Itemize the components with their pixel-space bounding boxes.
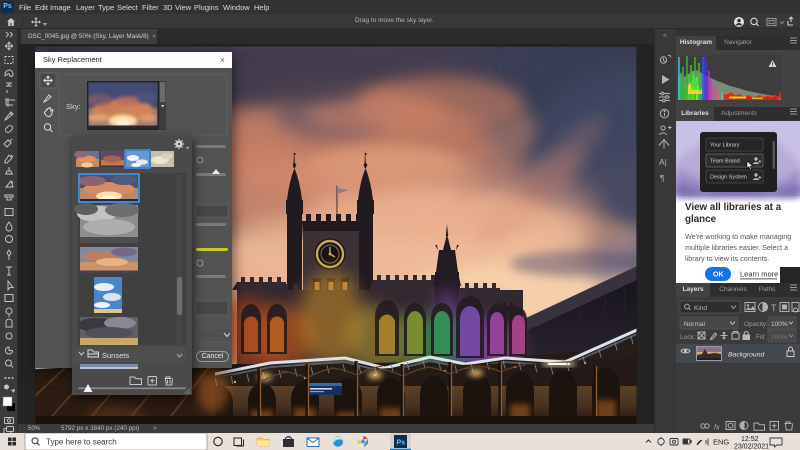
svg-text:Ps: Ps: [397, 440, 406, 447]
svg-text:«: «: [663, 32, 667, 39]
svg-text:library to view its contents.: library to view its contents.: [685, 254, 769, 263]
svg-text:A|: A|: [659, 157, 667, 167]
svg-text:Sunsets: Sunsets: [102, 351, 129, 360]
svg-text:100%: 100%: [771, 334, 788, 341]
svg-text:multiple libraries easier. Sel: multiple libraries easier. Select a: [685, 243, 788, 252]
svg-text:Fill:: Fill:: [756, 334, 766, 341]
svg-text:Lock:: Lock:: [680, 334, 696, 341]
svg-text:23/02/2021: 23/02/2021: [734, 444, 769, 450]
svg-text:We're working to make managing: We're working to make managing: [685, 232, 791, 241]
svg-text:fx: fx: [714, 425, 720, 432]
svg-text:¶: ¶: [660, 173, 665, 183]
svg-text:T: T: [771, 303, 777, 313]
svg-text:100%: 100%: [771, 321, 788, 328]
svg-text:Opacity:: Opacity:: [744, 321, 768, 328]
svg-text:OK: OK: [713, 272, 724, 279]
svg-text:Team Brand: Team Brand: [710, 159, 740, 165]
svg-text:ENG: ENG: [713, 438, 729, 447]
svg-text:Background: Background: [728, 352, 764, 359]
svg-text:Learn more: Learn more: [740, 270, 778, 279]
svg-text:View all libraries at a: View all libraries at a: [685, 202, 782, 213]
svg-text:glance: glance: [685, 214, 717, 225]
svg-text:Normal: Normal: [684, 321, 706, 328]
svg-text:Design System: Design System: [710, 175, 747, 181]
svg-text:Kind: Kind: [694, 305, 707, 312]
svg-text:Your Library: Your Library: [710, 143, 740, 149]
svg-text:Type here to search: Type here to search: [46, 438, 117, 447]
svg-text:Sky:: Sky:: [66, 102, 81, 111]
svg-text:12:52: 12:52: [741, 436, 759, 443]
